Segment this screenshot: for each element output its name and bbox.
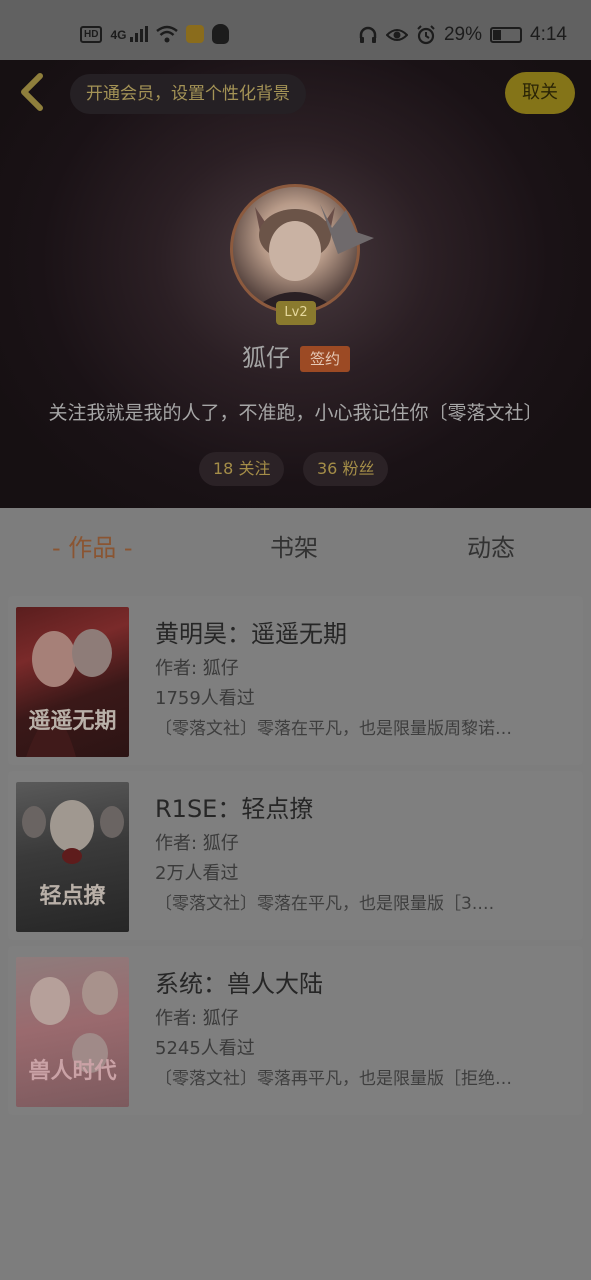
qq-icon bbox=[211, 24, 229, 44]
tab-bookshelf[interactable]: 书架 bbox=[270, 532, 318, 564]
book-author: 作者: 狐仔 bbox=[155, 833, 239, 854]
cover-title: 轻点撩 bbox=[39, 883, 106, 909]
wifi-icon bbox=[156, 25, 178, 43]
book-author: 作者: 狐仔 bbox=[155, 658, 239, 679]
book-description: 〔零落文社〕零落再平凡，也是限量版［拒绝… bbox=[155, 1069, 512, 1089]
book-read-count: 5245人看过 bbox=[155, 1038, 255, 1059]
book-read-count: 2万人看过 bbox=[155, 863, 239, 884]
app-notification-icon bbox=[185, 25, 204, 43]
book-description: 〔零落文社〕零落在平凡，也是限量版周黎诺… bbox=[155, 719, 512, 739]
battery-percent: 29% bbox=[443, 24, 483, 45]
book-card[interactable]: 轻点撩 R1SE：轻点撩 作者: 狐仔 2万人看过 〔零落文社〕零落在平凡，也是… bbox=[8, 771, 583, 940]
headphones-icon bbox=[359, 26, 377, 43]
eye-comfort-icon bbox=[385, 29, 408, 41]
unfollow-button[interactable]: 取关 bbox=[505, 72, 575, 114]
tab-works[interactable]: - 作品 - bbox=[52, 532, 133, 564]
status-bar: HD 4G 29% 4:14 bbox=[0, 0, 591, 60]
fans-count-button[interactable]: 36 粉丝 bbox=[303, 452, 389, 486]
book-cover[interactable]: 轻点撩 bbox=[16, 782, 129, 932]
tab-feed[interactable]: 动态 bbox=[467, 532, 515, 564]
network-type: 4G bbox=[110, 28, 127, 42]
cover-title: 兽人时代 bbox=[28, 1058, 117, 1084]
level-badge: Lv2 bbox=[276, 301, 316, 325]
book-title[interactable]: 黄明昊：遥遥无期 bbox=[155, 618, 347, 650]
battery-icon bbox=[490, 27, 523, 43]
user-bio: 关注我就是我的人了，不准跑，小心我记住你〔零落文社〕 bbox=[48, 402, 543, 424]
book-cover[interactable]: 兽人时代 bbox=[16, 957, 129, 1107]
crown-icon bbox=[320, 204, 374, 254]
profile-tabs: - 作品 - 书架 动态 bbox=[0, 508, 591, 588]
back-arrow-icon[interactable] bbox=[14, 72, 50, 112]
book-title[interactable]: 系统：兽人大陆 bbox=[155, 968, 323, 1000]
signal-icon: 4G bbox=[110, 26, 148, 42]
clock: 4:14 bbox=[530, 24, 567, 45]
following-count-button[interactable]: 18 关注 bbox=[199, 452, 285, 486]
book-read-count: 1759人看过 bbox=[155, 688, 255, 709]
book-description: 〔零落文社〕零落在平凡，也是限量版［3.… bbox=[155, 894, 495, 914]
vip-background-tip[interactable]: 开通会员，设置个性化背景 bbox=[70, 74, 306, 114]
book-title[interactable]: R1SE：轻点撩 bbox=[155, 793, 313, 825]
hd-icon: HD bbox=[80, 25, 103, 43]
cover-title: 遥遥无期 bbox=[28, 708, 117, 734]
user-name: 狐仔 bbox=[242, 344, 290, 372]
book-card[interactable]: 兽人时代 系统：兽人大陆 作者: 狐仔 5245人看过 〔零落文社〕零落再平凡，… bbox=[8, 946, 583, 1115]
book-author: 作者: 狐仔 bbox=[155, 1008, 239, 1029]
status-left-icons: HD 4G bbox=[80, 24, 229, 44]
book-cover[interactable]: 遥遥无期 bbox=[16, 607, 129, 757]
book-card[interactable]: 遥遥无期 黄明昊：遥遥无期 作者: 狐仔 1759人看过 〔零落文社〕零落在平凡… bbox=[8, 596, 583, 765]
profile-header: 开通会员，设置个性化背景 取关 Lv2 狐仔 签约 关注我就是我的人了，不准跑，… bbox=[0, 60, 591, 508]
signed-author-badge: 签约 bbox=[300, 346, 350, 372]
battery-level bbox=[493, 30, 502, 40]
alarm-icon bbox=[417, 25, 435, 45]
status-right-icons: 29% 4:14 bbox=[358, 24, 567, 46]
